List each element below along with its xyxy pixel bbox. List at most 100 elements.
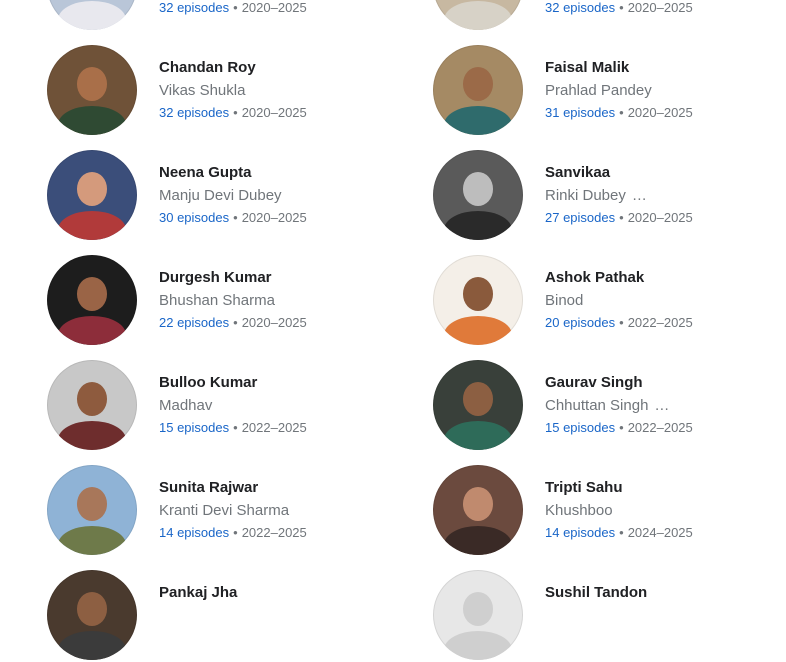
cast-name[interactable]: Bulloo Kumar: [159, 374, 257, 391]
cast-role: Manju Devi Dubey: [159, 187, 288, 204]
years-range: 2024–2025: [627, 525, 693, 540]
years-range: 2020–2025: [241, 210, 307, 225]
more-roles-ellipsis[interactable]: …: [632, 187, 647, 204]
years-range: 2020–2025: [627, 210, 693, 225]
cast-role: Prahlad Pandey: [545, 82, 658, 99]
cast-role-text: Manju Devi Dubey: [159, 187, 282, 204]
cast-avatar[interactable]: [47, 360, 137, 450]
episodes-link[interactable]: 32 episodes: [545, 0, 615, 15]
cast-meta: 22 episodes • 2020–2025: [159, 315, 307, 330]
avatar-body-shape: [57, 1, 127, 30]
cast-avatar[interactable]: [47, 465, 137, 555]
cast-avatar[interactable]: [433, 360, 523, 450]
cast-avatar[interactable]: [47, 150, 137, 240]
cast-avatar[interactable]: [433, 0, 523, 30]
episodes-link[interactable]: 32 episodes: [159, 105, 229, 120]
avatar-face-shape: [76, 591, 108, 626]
episodes-link[interactable]: 27 episodes: [545, 210, 615, 225]
cast-name[interactable]: Pankaj Jha: [159, 584, 237, 601]
cast-name[interactable]: Durgesh Kumar: [159, 269, 272, 286]
cast-member-card[interactable]: Neena Gupta Manju Devi Dubey 30 episodes • 2…: [47, 150, 407, 242]
cast-member-card[interactable]: Tripti Sahu Khushboo 14 episodes • 2024–2025: [433, 465, 786, 557]
cast-name[interactable]: Tripti Sahu: [545, 479, 623, 496]
cast-meta: 20 episodes • 2022–2025: [545, 315, 693, 330]
meta-separator: •: [233, 0, 238, 15]
cast-avatar[interactable]: [433, 465, 523, 555]
cast-member-card[interactable]: Gaurav Singh Chhuttan Singh … 15 episodes • 2…: [433, 360, 786, 452]
avatar-face-shape: [462, 381, 494, 416]
cast-role-text: Khushboo: [545, 502, 613, 519]
cast-role-text: Rinki Dubey: [545, 187, 626, 204]
cast-member-card[interactable]: Sanvikaa Rinki Dubey … 27 episodes • 2020–202…: [433, 150, 786, 242]
cast-meta: 32 episodes • 2020–2025: [159, 105, 307, 120]
cast-grid: 32 episodes • 2020–2025 32 episodes • 2020–20…: [0, 0, 786, 660]
meta-separator: •: [619, 525, 624, 540]
cast-avatar[interactable]: [47, 570, 137, 660]
cast-avatar[interactable]: [47, 255, 137, 345]
years-range: 2022–2025: [241, 420, 307, 435]
avatar-body-shape: [443, 421, 513, 450]
cast-name[interactable]: Sanvikaa: [545, 164, 610, 181]
cast-avatar[interactable]: [433, 255, 523, 345]
cast-name[interactable]: Sunita Rajwar: [159, 479, 258, 496]
cast-name[interactable]: Faisal Malik: [545, 59, 629, 76]
cast-member-card[interactable]: Ashok Pathak Binod 20 episodes • 2022–2025: [433, 255, 786, 347]
avatar-body-shape: [443, 211, 513, 240]
cast-role: Rinki Dubey …: [545, 187, 647, 204]
years-range: 2020–2025: [627, 105, 693, 120]
meta-separator: •: [619, 105, 624, 120]
avatar-face-shape: [76, 486, 108, 521]
meta-separator: •: [619, 315, 624, 330]
avatar-face-shape: [462, 591, 494, 626]
avatar-face-shape: [76, 66, 108, 101]
cast-avatar[interactable]: [47, 45, 137, 135]
cast-avatar[interactable]: [433, 150, 523, 240]
episodes-link[interactable]: 20 episodes: [545, 315, 615, 330]
cast-member-card[interactable]: Pankaj Jha: [47, 570, 407, 662]
avatar-body-shape: [443, 106, 513, 135]
episodes-link[interactable]: 31 episodes: [545, 105, 615, 120]
episodes-link[interactable]: 15 episodes: [159, 420, 229, 435]
cast-member-card[interactable]: 32 episodes • 2020–2025: [47, 0, 407, 32]
cast-name[interactable]: Neena Gupta: [159, 164, 252, 181]
episodes-link[interactable]: 14 episodes: [159, 525, 229, 540]
episodes-link[interactable]: 32 episodes: [159, 0, 229, 15]
cast-role-text: Binod: [545, 292, 584, 309]
cast-role-text: Bhushan Sharma: [159, 292, 275, 309]
cast-role-text: Chhuttan Singh: [545, 397, 649, 414]
years-range: 2022–2025: [241, 525, 307, 540]
episodes-link[interactable]: 14 episodes: [545, 525, 615, 540]
cast-member-card[interactable]: Durgesh Kumar Bhushan Sharma 22 episodes • 2…: [47, 255, 407, 347]
cast-role: [159, 607, 165, 624]
cast-member-card[interactable]: Faisal Malik Prahlad Pandey 31 episodes • 20…: [433, 45, 786, 137]
meta-separator: •: [619, 420, 624, 435]
cast-member-card[interactable]: Chandan Roy Vikas Shukla 32 episodes • 2020–…: [47, 45, 407, 137]
years-range: 2022–2025: [627, 315, 693, 330]
cast-role: Vikas Shukla: [159, 82, 251, 99]
cast-name[interactable]: Ashok Pathak: [545, 269, 644, 286]
avatar-face-shape: [462, 276, 494, 311]
episodes-link[interactable]: 30 episodes: [159, 210, 229, 225]
episodes-link[interactable]: 15 episodes: [545, 420, 615, 435]
cast-role: Chhuttan Singh …: [545, 397, 669, 414]
more-roles-ellipsis[interactable]: …: [654, 397, 669, 414]
cast-name[interactable]: Gaurav Singh: [545, 374, 643, 391]
cast-name[interactable]: Sushil Tandon: [545, 584, 647, 601]
avatar-placeholder-icon[interactable]: [433, 570, 523, 660]
meta-separator: •: [233, 105, 238, 120]
avatar-body-shape: [57, 211, 127, 240]
cast-member-card[interactable]: Bulloo Kumar Madhav 15 episodes • 2022–2025: [47, 360, 407, 452]
cast-avatar[interactable]: [433, 45, 523, 135]
cast-avatar[interactable]: [47, 0, 137, 30]
avatar-face-shape: [76, 171, 108, 206]
cast-member-card[interactable]: Sunita Rajwar Kranti Devi Sharma 14 episod…: [47, 465, 407, 557]
meta-separator: •: [233, 210, 238, 225]
years-range: 2020–2025: [627, 0, 693, 15]
avatar-body-shape: [57, 316, 127, 345]
cast-role-text: Prahlad Pandey: [545, 82, 652, 99]
cast-member-card[interactable]: Sushil Tandon: [433, 570, 786, 662]
cast-member-card[interactable]: 32 episodes • 2020–2025: [433, 0, 786, 32]
episodes-link[interactable]: 22 episodes: [159, 315, 229, 330]
meta-separator: •: [233, 315, 238, 330]
cast-name[interactable]: Chandan Roy: [159, 59, 256, 76]
